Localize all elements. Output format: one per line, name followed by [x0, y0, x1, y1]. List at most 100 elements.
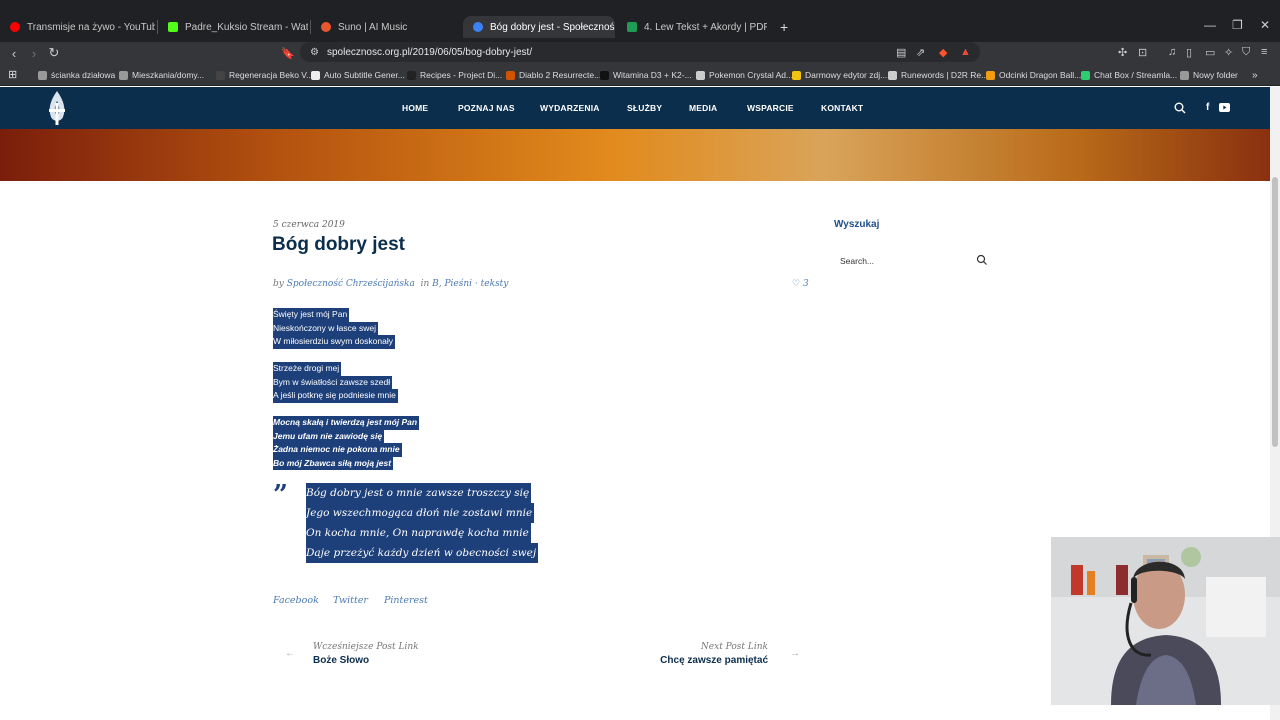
bookmark-item[interactable]: Pokemon Crystal Ad...	[696, 70, 793, 80]
menu-home[interactable]: HOME	[402, 103, 428, 113]
next-post-label: Next Post Link	[700, 642, 768, 652]
reload-icon[interactable]: ↻	[44, 45, 64, 61]
bookmark-favicon-icon	[696, 70, 705, 80]
bookmark-icon[interactable]: 🔖	[278, 47, 298, 60]
like-count: 3	[802, 279, 809, 289]
bookmark-label: Witamina D3 + K2-...	[613, 70, 692, 80]
lyric-line: Bo mój Zbawca siłą moją jest	[273, 456, 394, 471]
sidebar-icon[interactable]: ▯	[1186, 46, 1192, 59]
share-twitter-link[interactable]: Twitter	[333, 595, 368, 606]
share-pinterest-link[interactable]: Pinterest	[384, 595, 428, 606]
browser-tab[interactable]: Padre_Kuksio Stream - Watch Live on	[158, 16, 308, 38]
search-icon[interactable]	[1174, 102, 1186, 114]
search-submit-icon[interactable]	[976, 254, 988, 266]
post-date: 5 czerwca 2019	[273, 220, 345, 230]
bookmark-item[interactable]: Recipes - Project Di...	[407, 70, 502, 80]
browser-tab[interactable]: Transmisje na żywo - YouTube Studio	[0, 16, 155, 38]
next-post-link[interactable]: Chcę zawsze pamiętać	[660, 655, 768, 666]
lyrics-stanza-1: Święty jest mój Pan Nieskończony w łasce…	[273, 308, 395, 349]
bookmark-item[interactable]: Odcinki Dragon Ball...	[986, 70, 1081, 80]
bookmark-item[interactable]: Chat Box / Streamla...	[1081, 70, 1177, 80]
bookmark-item[interactable]: Nowy folder	[1180, 70, 1238, 80]
bookmark-item[interactable]: Regeneracja Beko V...	[216, 70, 313, 80]
bookmark-favicon-icon	[1180, 70, 1189, 80]
bookmark-label: Mieszkania/domy...	[132, 70, 205, 80]
leo-icon[interactable]: ✧	[1224, 46, 1233, 59]
bookmark-favicon-icon	[986, 70, 995, 80]
vpn-icon[interactable]: ⛉	[1242, 46, 1250, 59]
brave-shield-icon[interactable]: ◆	[939, 46, 947, 59]
arrow-right-icon[interactable]: →	[790, 648, 800, 659]
quote-icon: ”	[273, 480, 288, 510]
bookmark-item[interactable]: Witamina D3 + K2-...	[600, 70, 692, 80]
bookmark-item[interactable]: Runewords | D2R Re...	[888, 70, 988, 80]
share-icon[interactable]: ⇗	[916, 46, 925, 59]
category-prefix: in	[420, 279, 430, 289]
bookmark-favicon-icon	[38, 70, 47, 80]
rewards-icon[interactable]: ▲	[960, 46, 971, 58]
lyric-line: Bym w światłości zawsze szedł	[273, 375, 393, 390]
hero-banner	[0, 129, 1270, 181]
menu-wydarzenia[interactable]: WYDARZENIA	[540, 103, 600, 113]
lyric-line: Nieskończony w łasce swej	[273, 321, 378, 336]
menu-media[interactable]: MEDIA	[689, 103, 717, 113]
category-texts-link[interactable]: teksty	[481, 279, 509, 289]
author-link[interactable]: Społeczność Chrześcijańska	[287, 279, 415, 289]
forward-icon[interactable]: ›	[24, 46, 44, 61]
category-b-link[interactable]: B	[432, 279, 439, 289]
bookmarks-bar: ⊞ ścianka działowa Mieszkania/domy... Rege…	[0, 64, 1280, 86]
restore-icon[interactable]: ❐	[1232, 18, 1243, 32]
back-icon[interactable]: ‹	[4, 46, 24, 61]
menu-kontakt[interactable]: KONTAKT	[821, 103, 863, 113]
bookmark-item[interactable]: Auto Subtitle Gener...	[311, 70, 405, 80]
tab-label: Transmisje na żywo - YouTube Studio	[27, 21, 155, 33]
tab-label: 4. Lew Tekst + Akordy | PDF	[644, 21, 767, 33]
youtube-icon[interactable]	[1219, 103, 1230, 112]
extensions-icon[interactable]: ✣	[1118, 46, 1127, 59]
scrollbar-thumb[interactable]	[1272, 177, 1278, 447]
arrow-left-icon[interactable]: ←	[285, 648, 295, 659]
minimize-icon[interactable]: —	[1204, 18, 1216, 32]
facebook-icon[interactable]: f	[1206, 102, 1209, 113]
screenshot-icon[interactable]: ⊡	[1138, 46, 1147, 59]
lyrics-stanza-2: Strzeże drogi mej Bym w światłości zawsz…	[273, 362, 398, 403]
bookmark-favicon-icon	[888, 70, 897, 80]
church-logo-icon[interactable]	[42, 87, 72, 129]
menu-sluzby[interactable]: SŁUŻBY	[627, 103, 662, 113]
tab-label: Suno | AI Music	[338, 21, 408, 33]
address-bar[interactable]: ⚙ spolecznosc.org.pl/2019/06/05/bog-dobr…	[300, 42, 980, 62]
like-button[interactable]: ♡ 3	[792, 279, 809, 289]
prev-post-link[interactable]: Boże Słowo	[313, 655, 369, 666]
bookmark-favicon-icon	[216, 70, 225, 80]
browser-tab[interactable]: 4. Lew Tekst + Akordy | PDF	[617, 16, 767, 38]
browser-tab[interactable]: Suno | AI Music	[311, 16, 461, 38]
browser-tab-active[interactable]: Bóg dobry jest - Społeczność Ch ✕	[463, 16, 615, 38]
wallet-icon[interactable]: ▭	[1205, 46, 1215, 59]
menu-icon[interactable]: ≡	[1261, 46, 1267, 58]
bookmark-label: Darmowy edytor zdj...	[805, 70, 888, 80]
site-info-icon[interactable]: ⚙	[310, 47, 319, 58]
bookmark-item[interactable]: ścianka działowa	[38, 70, 115, 80]
new-tab-button[interactable]: +	[770, 16, 794, 38]
menu-poznaj-nas[interactable]: POZNAJ NAS	[458, 103, 515, 113]
more-bookmarks-icon[interactable]: »	[1252, 70, 1258, 81]
bookmark-favicon-icon	[311, 70, 320, 80]
bookmark-favicon-icon	[119, 70, 128, 80]
bookmark-favicon-icon	[600, 70, 609, 80]
search-input[interactable]	[840, 252, 990, 270]
lyric-line: Żadna niemoc nie pokona mnie	[273, 443, 402, 457]
music-icon[interactable]: ♫	[1168, 46, 1176, 58]
share-facebook-link[interactable]: Facebook	[273, 595, 319, 606]
bookmark-item[interactable]: Diablo 2 Resurrecte...	[506, 70, 601, 80]
reader-icon[interactable]: ▤	[896, 46, 906, 59]
apps-icon[interactable]: ⊞	[8, 68, 17, 81]
browser-toolbar: ‹ › ↻ 🔖 ⚙ spolecznosc.org.pl/2019/06/05/…	[0, 42, 1280, 64]
tab-label: Padre_Kuksio Stream - Watch Live on	[185, 21, 308, 33]
menu-wsparcie[interactable]: WSPARCIE	[747, 103, 794, 113]
browser-tab-bar: Transmisje na żywo - YouTube Studio Padr…	[0, 0, 1280, 42]
close-window-icon[interactable]: ✕	[1260, 18, 1270, 32]
bookmark-item[interactable]: Darmowy edytor zdj...	[792, 70, 887, 80]
sidebar-search-title: Wyszukaj	[834, 219, 880, 230]
bookmark-item[interactable]: Mieszkania/domy...	[119, 70, 204, 80]
category-songs-link[interactable]: Pieśni	[444, 279, 472, 289]
